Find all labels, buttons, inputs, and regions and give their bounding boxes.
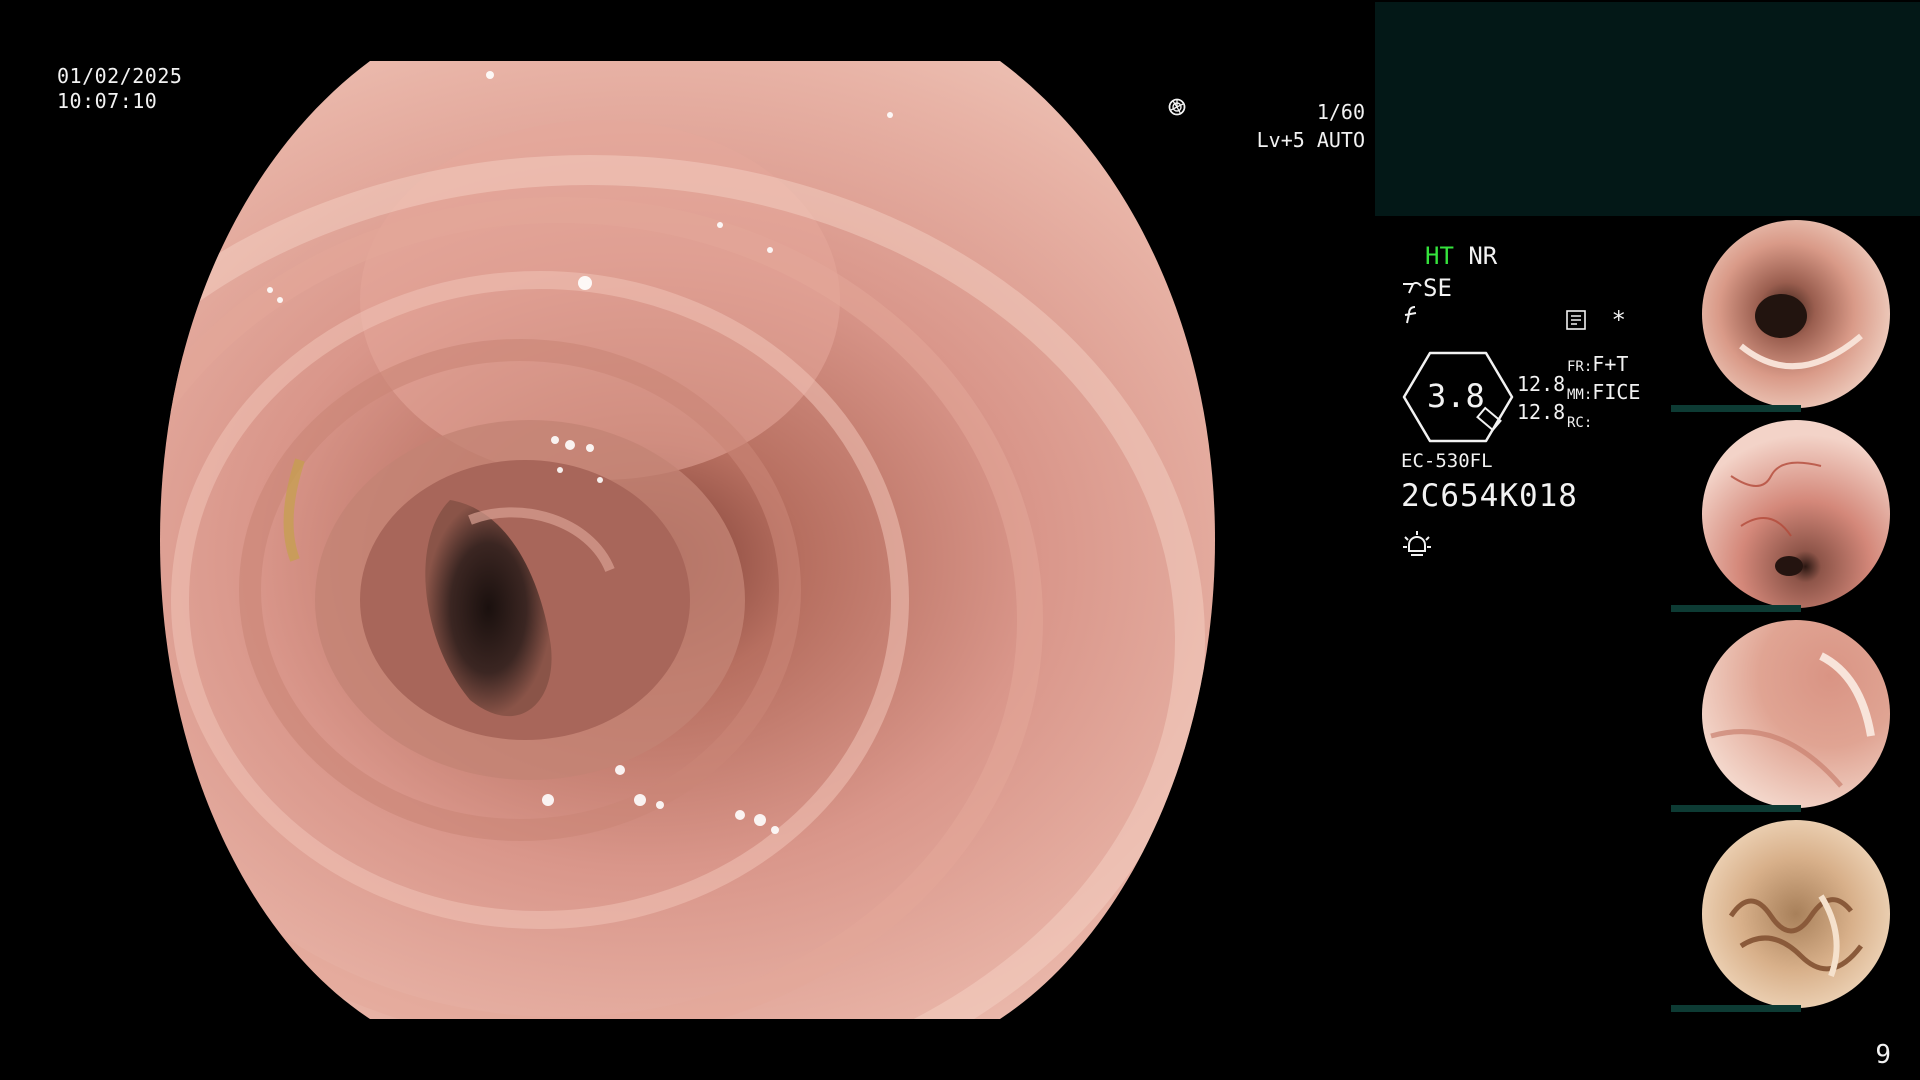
value-top: 12.8 [1517, 372, 1566, 396]
thumbnail-3[interactable] [1671, 616, 1920, 812]
endoscopy-screen: 01/02/2025 10:07:10 1/60 Lv+5 AUTO HT NR… [0, 0, 1920, 1080]
nr-indicator: NR [1468, 242, 1498, 270]
scope-serial: 2C654K018 [1401, 478, 1578, 514]
function-glyph-icon [1404, 306, 1417, 324]
rc-label: RC: [1567, 415, 1593, 431]
endoscope-image [160, 61, 1215, 1019]
thumbnail-1[interactable] [1671, 216, 1920, 412]
thumbnail-4[interactable] [1671, 816, 1920, 1012]
thumbnail-2[interactable] [1671, 416, 1920, 612]
mm-value: FICE [1592, 380, 1641, 404]
auto-iris-icon [1168, 98, 1186, 116]
ht-indicator: HT [1425, 242, 1454, 270]
value-bottom: 12.8 [1517, 400, 1566, 424]
page-number: 9 [1875, 1040, 1891, 1070]
thumbnail-image [1702, 220, 1890, 408]
asterisk-indicator: * [1611, 306, 1626, 334]
main-endoscopic-view: 01/02/2025 10:07:10 1/60 Lv+5 AUTO [0, 0, 1375, 1080]
time-text: 10:07:10 [57, 89, 158, 113]
level-line: Lv+5 AUTO [1165, 98, 1365, 154]
thumbnail-image [1702, 620, 1890, 808]
gauge-value: 3.8 [1427, 377, 1485, 415]
shutter-text: 1/60 [1316, 100, 1365, 124]
ht-nr-line: HT NR [1425, 242, 1497, 270]
memo-line: * [1565, 306, 1626, 334]
exposure-overlay: 1/60 Lv+5 AUTO [1165, 98, 1365, 154]
thumbnail-bar [1671, 405, 1801, 412]
auto-text: AUTO [1316, 128, 1365, 152]
mm-label: MM: [1567, 387, 1593, 403]
scope-model: EC-530FL [1401, 450, 1493, 472]
memo-icon [1566, 310, 1586, 330]
date-text: 01/02/2025 [57, 64, 183, 88]
thumbnail-bar [1671, 805, 1801, 812]
fr-row: FR:F+T [1567, 352, 1640, 380]
thumbnail-image [1702, 820, 1890, 1008]
mm-row: MM:FICE [1567, 380, 1640, 408]
se-indicator: SE [1423, 274, 1452, 302]
function-line [1401, 304, 1423, 332]
level-text: Lv+5 [1256, 128, 1305, 152]
mode-settings: FR:F+T MM:FICE RC: [1567, 352, 1640, 436]
thumbnail-bar [1671, 605, 1801, 612]
date-time-overlay: 01/02/2025 10:07:10 [57, 64, 182, 114]
thumbnail-image [1702, 420, 1890, 608]
fr-value: F+T [1592, 352, 1629, 376]
number-values: 12.8 12.8 [1517, 370, 1565, 426]
light-icon [1403, 531, 1431, 556]
shutter-line: 1/60 [1165, 98, 1365, 126]
reference-image-area [1375, 2, 1920, 216]
thumbnail-bar [1671, 1005, 1801, 1012]
scope-glyph-icon [1403, 281, 1422, 294]
rc-row: RC: [1567, 408, 1640, 436]
se-line: SE [1401, 274, 1452, 302]
captured-thumbnails [1671, 216, 1920, 1016]
fr-label: FR: [1567, 359, 1593, 375]
